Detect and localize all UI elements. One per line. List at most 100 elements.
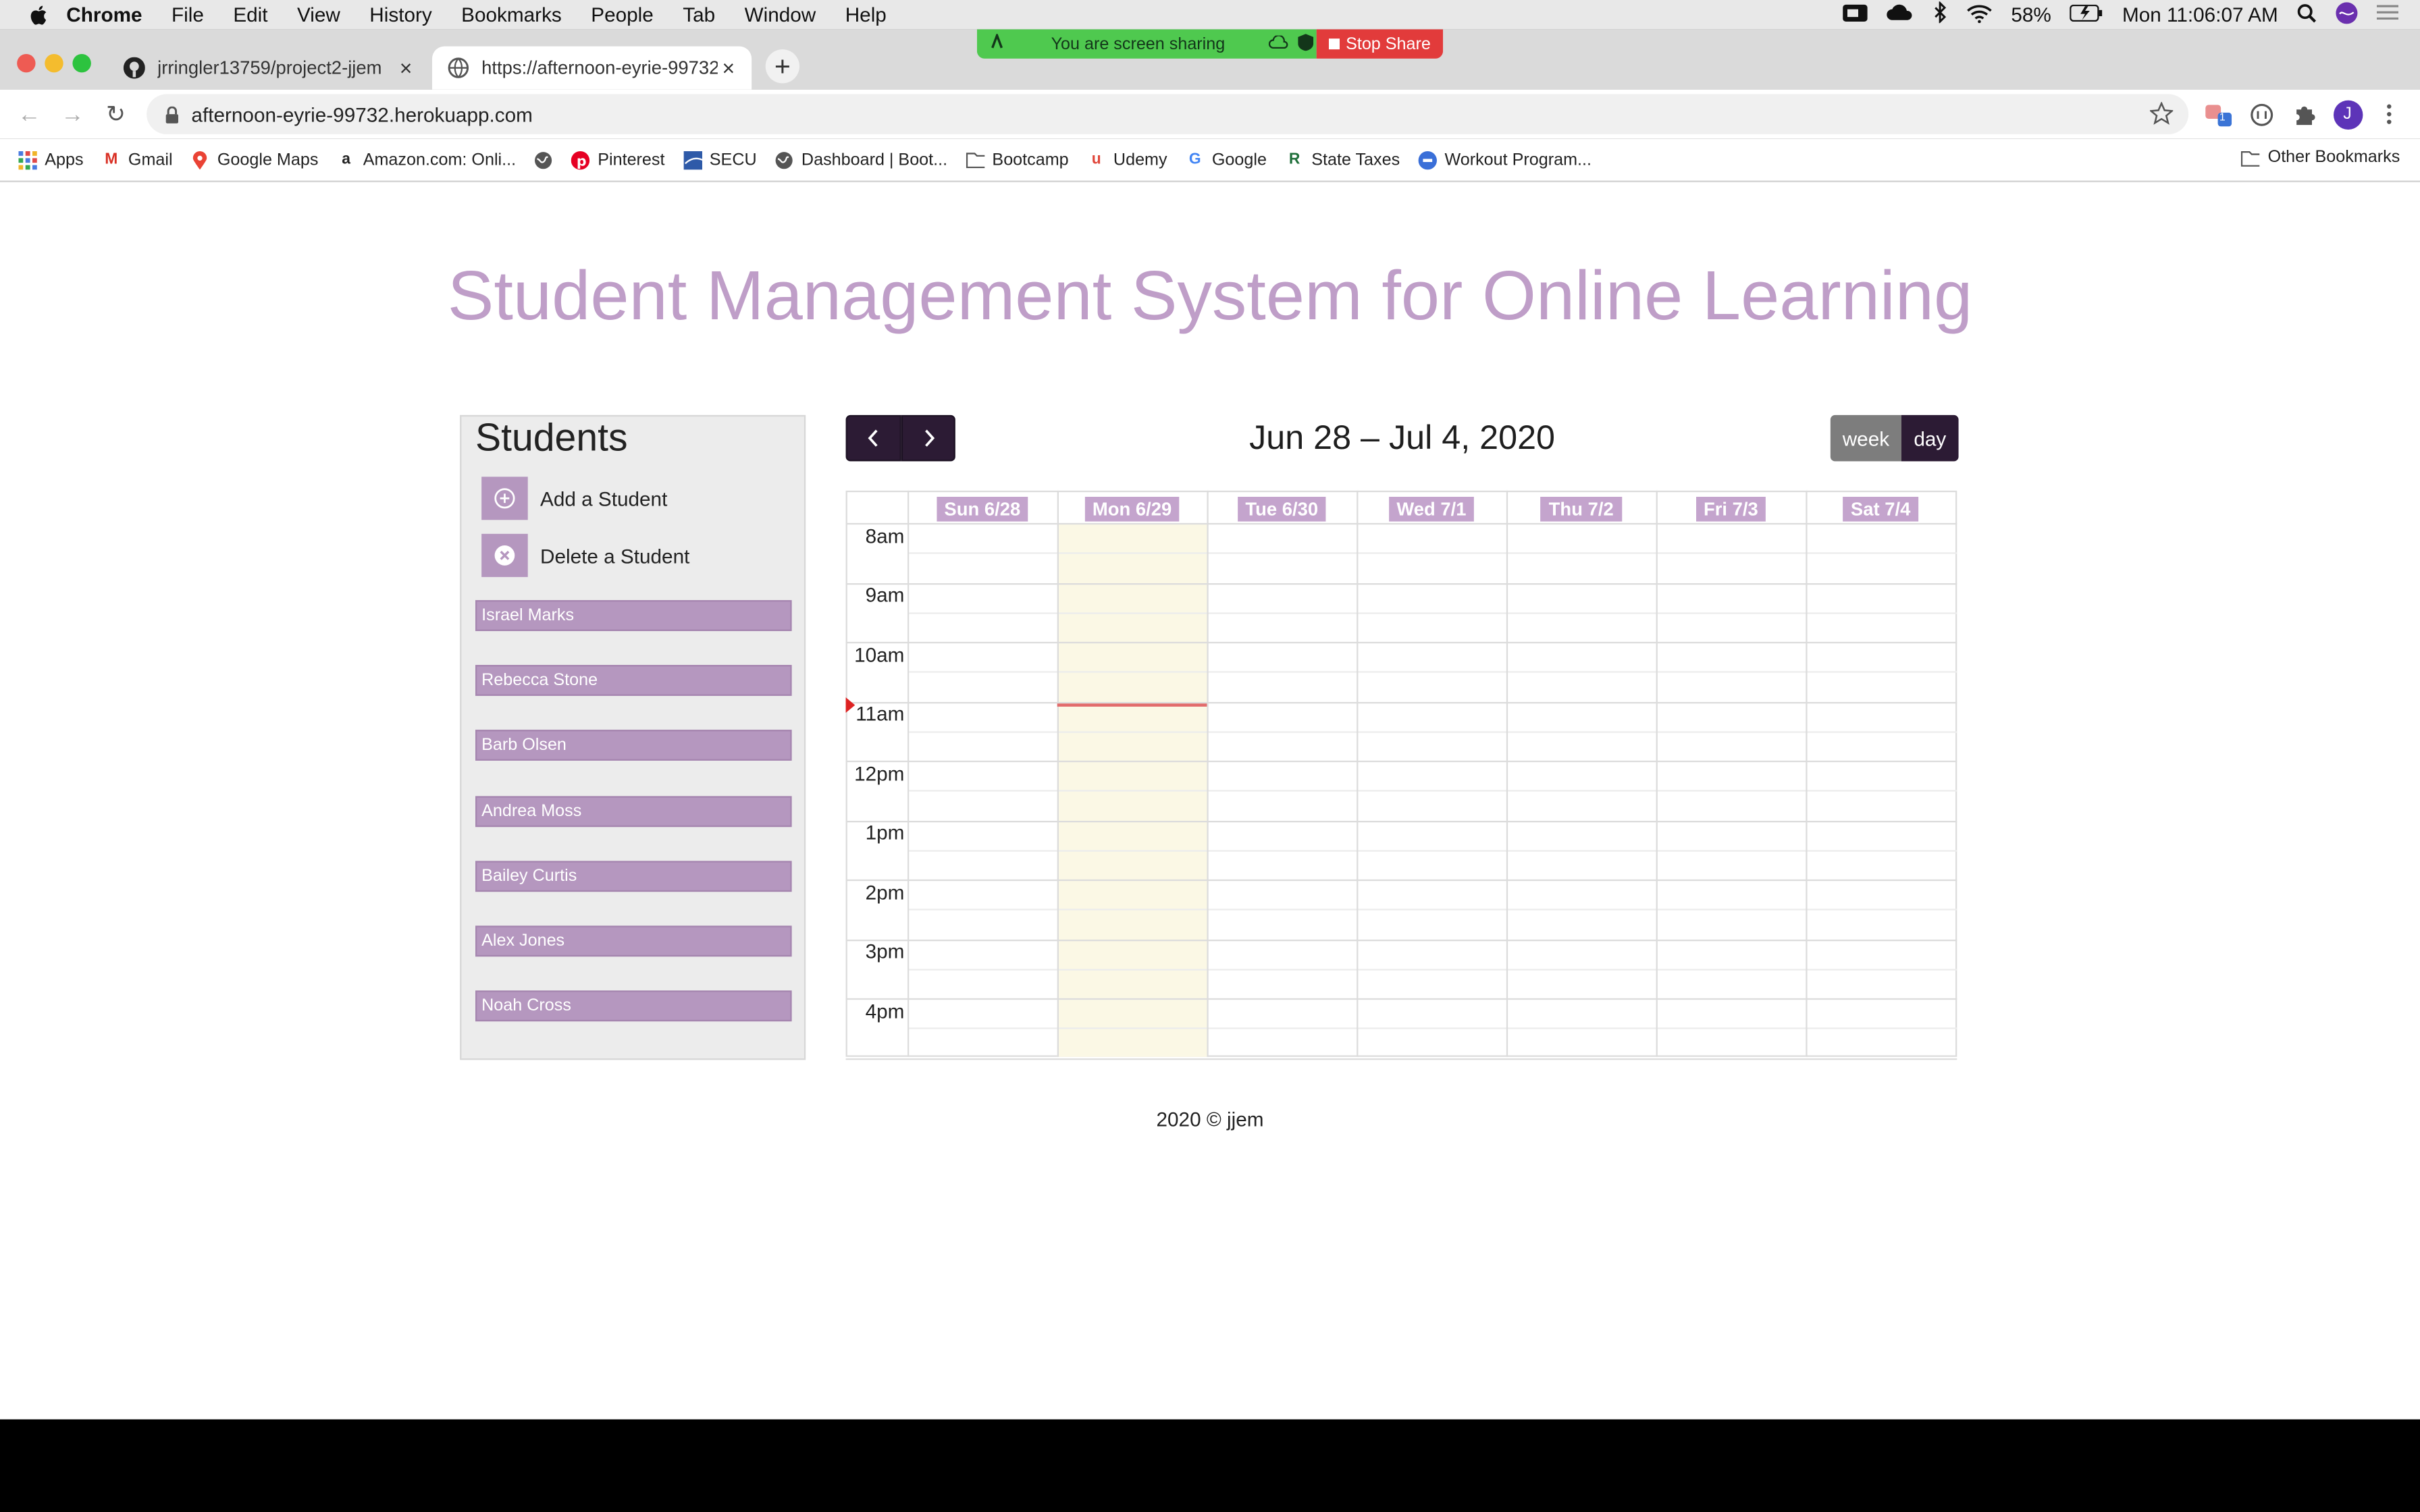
student-chip[interactable]: Alex Jones <box>475 925 792 957</box>
state-taxes-icon: R <box>1288 151 1300 169</box>
student-chip[interactable]: Bailey Curtis <box>475 861 792 892</box>
bookmark-google[interactable]: G Google <box>1186 151 1267 169</box>
bookmarks-bar: Apps M Gmail Google Maps a Amazon.com: O… <box>0 138 2420 182</box>
bookmark-pinterest[interactable]: p Pinterest <box>571 150 665 169</box>
student-chip[interactable]: Barb Olsen <box>475 730 792 761</box>
half-hour-grid-line <box>908 552 1957 555</box>
half-hour-grid-line <box>908 790 1957 792</box>
bookmark-google-maps[interactable]: Google Maps <box>191 150 318 169</box>
macos-menubar: Chrome File Edit View History Bookmarks … <box>0 0 2420 30</box>
student-chip[interactable]: Noah Cross <box>475 990 792 1022</box>
menu-bookmarks[interactable]: Bookmarks <box>461 3 562 26</box>
clock[interactable]: Mon 11:06:07 AM <box>2122 3 2278 26</box>
next-week-button[interactable] <box>901 414 955 462</box>
secu-icon <box>683 150 702 169</box>
tab-github[interactable]: jrringler13759/project2-jjem × <box>108 47 429 90</box>
menu-file[interactable]: File <box>172 3 204 26</box>
menu-view[interactable]: View <box>297 3 340 26</box>
address-bar[interactable]: afternoon-eyrie-99732.herokuapp.com <box>147 94 2189 134</box>
globe-icon <box>775 151 793 169</box>
bookmark-other[interactable]: Other Bookmarks <box>2241 148 2400 167</box>
delete-student-button[interactable]: Delete a Student <box>481 533 690 577</box>
menu-app-name[interactable]: Chrome <box>66 3 142 26</box>
student-chip[interactable]: Andrea Moss <box>475 796 792 828</box>
reload-icon[interactable]: ↻ <box>101 99 132 130</box>
column-divider <box>1207 490 1209 1057</box>
battery-charging-icon[interactable] <box>2070 3 2103 26</box>
profile-avatar[interactable]: J <box>2332 99 2363 130</box>
google-icon: G <box>1188 151 1201 169</box>
extension-circle-icon[interactable] <box>2246 99 2277 130</box>
time-label: 3pm <box>865 940 905 963</box>
stop-share-button[interactable]: Stop Share <box>1316 29 1444 59</box>
wifi-icon[interactable] <box>1966 2 1993 27</box>
close-tab-icon[interactable]: × <box>718 55 739 80</box>
time-label: 9am <box>865 583 905 607</box>
page-footer: 2020 © jjem <box>1156 1108 1264 1131</box>
extension-badge-icon[interactable]: 1 <box>2203 99 2234 130</box>
bookmark-udemy[interactable]: u Udemy <box>1087 151 1167 169</box>
battery-percent: 58% <box>2011 3 2051 26</box>
globe-icon <box>448 57 469 79</box>
hour-grid-line <box>845 1057 1957 1060</box>
maximize-window-button[interactable] <box>72 54 91 73</box>
control-center-icon[interactable] <box>2377 3 2399 26</box>
close-window-button[interactable] <box>17 54 36 73</box>
bookmark-bootcamp[interactable]: Bootcamp <box>966 151 1069 169</box>
menu-people[interactable]: People <box>591 3 654 26</box>
bookmark-amazon[interactable]: a Amazon.com: Onli... <box>337 151 516 169</box>
half-hour-grid-line <box>908 612 1957 614</box>
siri-icon[interactable] <box>2335 1 2358 28</box>
profile-initial: J <box>2332 99 2363 129</box>
bookmark-secu[interactable]: SECU <box>683 150 757 169</box>
prev-week-button[interactable] <box>845 414 901 462</box>
new-tab-button[interactable]: + <box>765 49 799 84</box>
cloud-icon[interactable] <box>1886 3 1914 26</box>
hour-grid-line <box>845 938 1957 941</box>
hour-grid-line <box>845 819 1957 822</box>
day-header: Wed 7/1 <box>1357 495 1506 522</box>
menu-help[interactable]: Help <box>845 3 887 26</box>
extensions-puzzle-icon[interactable] <box>2289 99 2320 130</box>
calendar-grid[interactable] <box>845 490 1957 1057</box>
forward-arrow-icon[interactable]: → <box>57 99 88 130</box>
bluetooth-icon[interactable] <box>1932 0 1948 28</box>
spotlight-search-icon[interactable] <box>2296 2 2317 27</box>
kebab-menu-icon[interactable] <box>2373 99 2404 130</box>
time-label: 8am <box>865 524 905 548</box>
menu-edit[interactable]: Edit <box>233 3 267 26</box>
menu-tab[interactable]: Tab <box>683 3 715 26</box>
video-icon[interactable] <box>1843 3 1868 26</box>
tab-app[interactable]: https://afternoon-eyrie-99732 × <box>432 46 752 90</box>
week-view-button[interactable]: week <box>1830 414 1902 462</box>
menu-window[interactable]: Window <box>745 3 816 26</box>
bookmark-label: SECU <box>709 150 757 169</box>
bookmark-apps[interactable]: Apps <box>18 150 84 169</box>
url-text[interactable]: afternoon-eyrie-99732.herokuapp.com <box>191 103 532 126</box>
day-view-button[interactable]: day <box>1901 414 1959 462</box>
close-tab-icon[interactable]: × <box>395 55 417 80</box>
bookmark-state-taxes[interactable]: R State Taxes <box>1285 151 1400 169</box>
svg-text:p: p <box>577 153 587 169</box>
bookmark-dashboard[interactable]: Dashboard | Boot... <box>775 151 947 169</box>
day-header-label: Tue 6/30 <box>1237 495 1326 521</box>
student-chip[interactable]: Israel Marks <box>475 600 792 631</box>
column-divider <box>1656 490 1658 1057</box>
day-header-label: Sun 6/28 <box>937 495 1028 521</box>
bookmark-gmail[interactable]: M Gmail <box>102 151 172 169</box>
delete-student-label: Delete a Student <box>540 543 690 568</box>
student-chip[interactable]: Rebecca Stone <box>475 665 792 696</box>
minimize-window-button[interactable] <box>45 54 63 73</box>
pinterest-icon: p <box>571 150 590 169</box>
bookmark-globe[interactable] <box>535 151 553 169</box>
tab-title: jrringler13759/project2-jjem <box>157 57 382 79</box>
half-hour-grid-line <box>908 968 1957 971</box>
bookmark-star-icon[interactable] <box>2150 101 2174 125</box>
add-student-button[interactable]: Add a Student <box>481 477 667 520</box>
menu-history[interactable]: History <box>369 3 431 26</box>
lock-icon[interactable] <box>165 105 180 123</box>
back-arrow-icon[interactable]: ← <box>14 99 45 130</box>
apple-icon[interactable] <box>26 4 48 26</box>
bookmark-workout[interactable]: Workout Program... <box>1418 150 1592 169</box>
bookmark-label: Pinterest <box>598 150 665 169</box>
